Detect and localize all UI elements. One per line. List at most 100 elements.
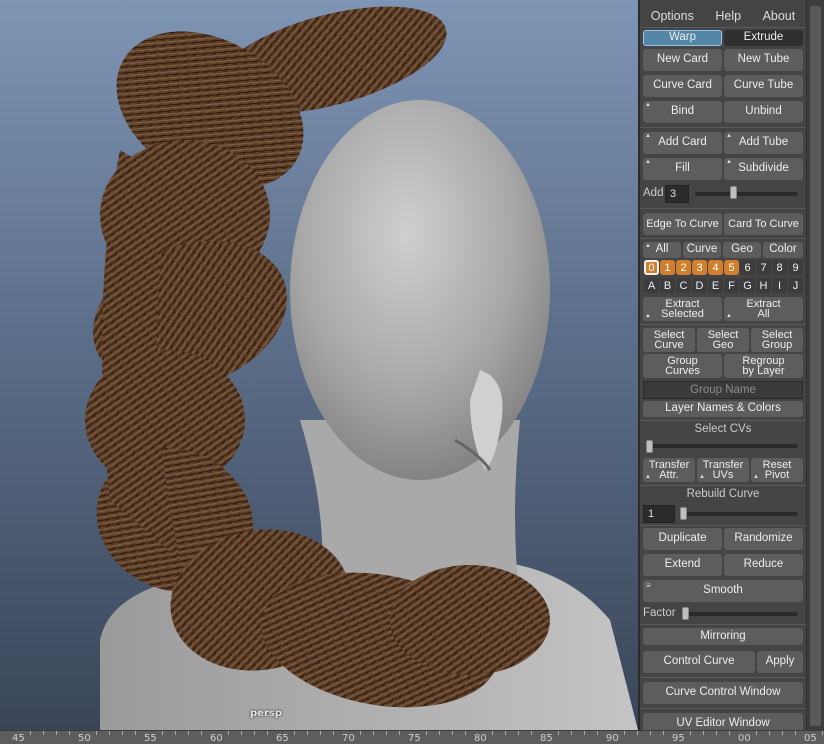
timeline-tick-mark: [228, 731, 229, 735]
reduce-label: Reduce: [743, 558, 784, 571]
select-geo-button[interactable]: Select Geo: [697, 328, 749, 352]
add-card-button[interactable]: ▲ Add Card: [643, 132, 722, 154]
group-curves-button[interactable]: Group Curves: [643, 354, 722, 378]
menu-triangle-icon: ▲: [645, 133, 651, 139]
randomize-button[interactable]: Randomize: [724, 528, 803, 550]
panel-scrollbar[interactable]: [806, 0, 824, 730]
extend-button[interactable]: Extend: [643, 554, 722, 576]
filter-curve-button[interactable]: Curve: [683, 242, 721, 258]
fill-button[interactable]: ▲ Fill: [643, 158, 722, 180]
smooth-factor-slider-handle[interactable]: [682, 607, 689, 620]
new-tube-button[interactable]: New Tube: [724, 49, 803, 71]
layer-4-button[interactable]: 4: [708, 260, 723, 275]
menu-triangle-icon: ▲: [645, 313, 651, 319]
layer-5-button[interactable]: 5: [724, 260, 739, 275]
menu-help[interactable]: Help: [715, 9, 741, 23]
curve-card-button[interactable]: Curve Card: [643, 75, 722, 97]
filter-all-button[interactable]: ▲ All: [643, 242, 681, 258]
add-count-slider[interactable]: [695, 192, 798, 196]
time-slider[interactable]: 45 50 55 60 65 70 75 80 85 90 95 00 05: [0, 730, 824, 744]
smooth-factor-slider[interactable]: [682, 612, 798, 616]
rebuild-curve-field[interactable]: 1: [643, 505, 675, 523]
extrude-mode-button[interactable]: Extrude: [724, 30, 803, 46]
select-group-button[interactable]: Select Group: [751, 328, 803, 352]
subdivide-button[interactable]: ▲ Subdivide: [724, 158, 803, 180]
layer-e-button[interactable]: E: [708, 278, 723, 293]
timeline-tick-mark: [254, 731, 255, 735]
layer-0-button[interactable]: 0: [644, 260, 659, 275]
select-group-label-2: Group: [761, 339, 793, 351]
separator: [640, 525, 806, 526]
add-tube-button[interactable]: ▲ Add Tube: [724, 132, 803, 154]
menu-about[interactable]: About: [763, 9, 796, 23]
select-cvs-slider-handle[interactable]: [646, 440, 653, 453]
select-curve-button[interactable]: Select Curve: [643, 328, 695, 352]
curve-tube-button[interactable]: Curve Tube: [724, 75, 803, 97]
filter-color-label: Color: [769, 243, 797, 256]
rebuild-curve-slider[interactable]: [680, 512, 798, 516]
layer-2-button[interactable]: 2: [676, 260, 691, 275]
layer-h-button[interactable]: H: [756, 278, 771, 293]
3d-viewport[interactable]: persp: [0, 0, 638, 730]
layer-1-button[interactable]: 1: [660, 260, 675, 275]
apply-button[interactable]: Apply: [757, 651, 803, 673]
layer-7-button[interactable]: 7: [756, 260, 771, 275]
layer-3-button[interactable]: 3: [692, 260, 707, 275]
subdivide-label: Subdivide: [738, 162, 789, 175]
rebuild-curve-slider-handle[interactable]: [680, 507, 687, 520]
unbind-button[interactable]: Unbind: [724, 101, 803, 123]
warp-mode-button[interactable]: Warp: [643, 30, 722, 46]
layer-d-button[interactable]: D: [692, 278, 707, 293]
timeline-tick-mark: [360, 731, 361, 735]
new-card-button[interactable]: New Card: [643, 49, 722, 71]
timeline-tick-mark: [439, 731, 440, 735]
reduce-button[interactable]: Reduce: [724, 554, 803, 576]
timeline-tick-label: 05: [804, 733, 817, 744]
layer-b-button[interactable]: B: [660, 278, 675, 293]
layer-names-colors-button[interactable]: Layer Names & Colors: [643, 401, 803, 417]
camera-label: persp: [250, 708, 282, 719]
curve-control-window-button[interactable]: Curve Control Window: [643, 682, 803, 704]
card-to-curve-button[interactable]: Card To Curve: [724, 213, 803, 235]
layer-j-button[interactable]: J: [788, 278, 803, 293]
bind-button[interactable]: ▲ Bind: [643, 101, 722, 123]
duplicate-button[interactable]: Duplicate: [643, 528, 722, 550]
reset-pivot-button[interactable]: ▲ Reset Pivot: [751, 458, 803, 482]
separator: [640, 677, 806, 678]
control-curve-button[interactable]: Control Curve: [643, 651, 755, 673]
extract-selected-button[interactable]: ▲ Extract Selected: [643, 297, 722, 321]
group-name-field[interactable]: Group Name: [643, 381, 803, 399]
timeline-tick-mark: [386, 731, 387, 735]
layer-a-button[interactable]: A: [644, 278, 659, 293]
transfer-attr-label-2: Attr.: [659, 469, 679, 481]
scrollbar-thumb[interactable]: [810, 6, 821, 726]
layer-g-button[interactable]: G: [740, 278, 755, 293]
timeline-tick-mark: [241, 731, 242, 735]
uv-editor-window-label: UV Editor Window: [676, 717, 770, 730]
layer-c-button[interactable]: C: [676, 278, 691, 293]
mirroring-button[interactable]: Mirroring: [643, 628, 803, 645]
filter-geo-button[interactable]: Geo: [723, 242, 761, 258]
timeline-tick-label: 60: [210, 733, 223, 744]
layer-6-button[interactable]: 6: [740, 260, 755, 275]
layer-i-button[interactable]: I: [772, 278, 787, 293]
add-count-field[interactable]: 3: [665, 185, 689, 203]
layer-f-button[interactable]: F: [724, 278, 739, 293]
menu-options[interactable]: Options: [651, 9, 694, 23]
regroup-by-layer-button[interactable]: Regroup by Layer: [724, 354, 803, 378]
layer-9-button[interactable]: 9: [788, 260, 803, 275]
transfer-uvs-button[interactable]: ▲ Transfer UVs: [697, 458, 749, 482]
extract-all-label-2: All: [757, 308, 770, 320]
filter-color-button[interactable]: Color: [763, 242, 803, 258]
timeline-tick-mark: [43, 731, 44, 735]
smooth-button[interactable]: ≡ Smooth: [643, 580, 803, 602]
extract-all-button[interactable]: ▲ Extract All: [724, 297, 803, 321]
select-cvs-slider[interactable]: [646, 444, 798, 448]
layer-8-button[interactable]: 8: [772, 260, 787, 275]
separator: [640, 485, 806, 486]
transfer-attr-button[interactable]: ▲ Transfer Attr.: [643, 458, 695, 482]
add-count-slider-handle[interactable]: [729, 186, 737, 199]
edge-to-curve-button[interactable]: Edge To Curve: [643, 213, 722, 235]
menu-triangle-icon: ▲: [645, 159, 651, 165]
timeline-tick-mark: [795, 731, 796, 735]
